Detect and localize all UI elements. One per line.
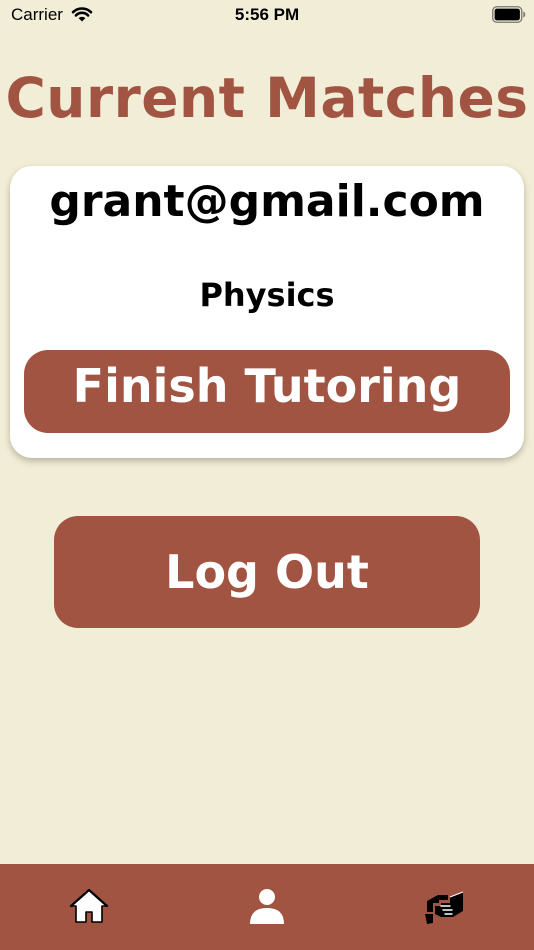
person-icon xyxy=(250,889,284,924)
tab-bar xyxy=(0,864,534,950)
tab-home[interactable] xyxy=(67,884,111,928)
match-email: grant@gmail.com xyxy=(49,176,485,227)
match-subject: Physics xyxy=(199,276,335,314)
tab-profile[interactable] xyxy=(245,884,289,928)
battery-icon xyxy=(492,6,526,23)
status-bar: Carrier 5:56 PM xyxy=(0,0,534,30)
current-matches-screen: Carrier 5:56 PM Current Matches grant@gm… xyxy=(0,0,534,950)
match-card: grant@gmail.com Physics Finish Tutoring xyxy=(10,166,524,458)
page-title: Current Matches xyxy=(5,66,529,130)
log-out-button[interactable]: Log Out xyxy=(54,516,480,628)
finish-tutoring-button[interactable]: Finish Tutoring xyxy=(24,350,510,433)
handshake-icon xyxy=(425,891,464,924)
status-time: 5:56 PM xyxy=(234,5,300,24)
tab-matches[interactable] xyxy=(423,884,467,928)
home-icon xyxy=(69,888,109,923)
